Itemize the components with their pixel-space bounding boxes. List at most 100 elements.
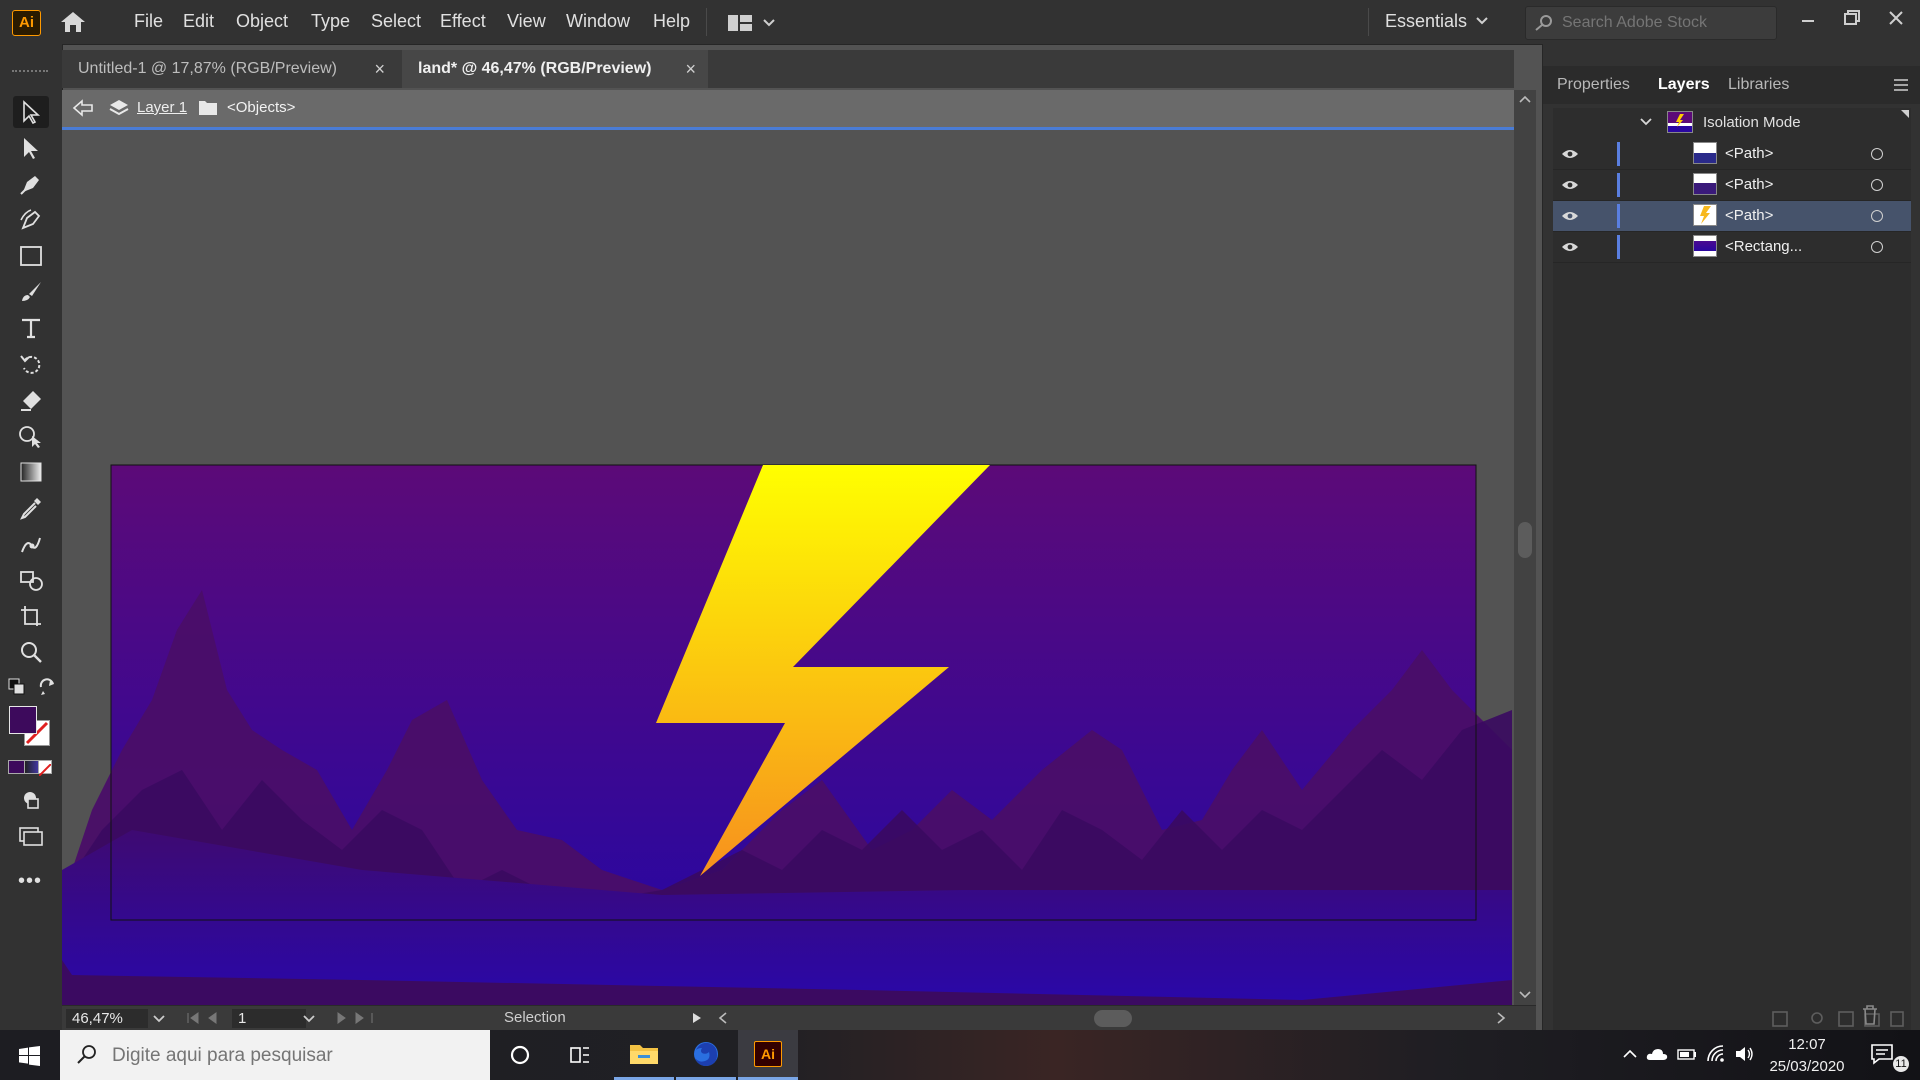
direct-selection-tool[interactable] xyxy=(13,132,49,164)
tab-libraries[interactable]: Libraries xyxy=(1728,76,1789,94)
scroll-right-icon[interactable] xyxy=(1496,1012,1506,1024)
menu-effect[interactable]: Effect xyxy=(440,11,486,32)
layer-row-path-1[interactable]: <Path> xyxy=(1553,139,1911,170)
target-icon[interactable] xyxy=(1871,179,1883,191)
menu-type[interactable]: Type xyxy=(311,11,350,32)
type-tool[interactable] xyxy=(13,312,49,344)
layer-row-rectangle[interactable]: <Rectang... xyxy=(1553,232,1911,263)
menu-help[interactable]: Help xyxy=(653,11,690,32)
pen-tool[interactable] xyxy=(13,168,49,200)
chevron-down-icon[interactable] xyxy=(148,1009,170,1028)
taskbar-search-input[interactable] xyxy=(110,1042,474,1070)
gradient-tool[interactable] xyxy=(13,456,49,488)
search-stock-input[interactable] xyxy=(1560,11,1769,35)
tab-properties[interactable]: Properties xyxy=(1557,76,1630,94)
isolation-mode-row[interactable]: Isolation Mode xyxy=(1553,108,1911,138)
rotate-tool[interactable] xyxy=(13,348,49,380)
paintbrush-tool[interactable] xyxy=(13,276,49,308)
clock-date[interactable]: 25/03/2020 xyxy=(1762,1058,1852,1075)
fill-swatch[interactable] xyxy=(9,706,37,734)
clock-time[interactable]: 12:07 xyxy=(1772,1036,1842,1053)
firefox-button[interactable] xyxy=(676,1030,736,1080)
workspace-menu[interactable]: Essentials xyxy=(1385,11,1467,32)
layer-name[interactable]: <Path> xyxy=(1725,145,1773,162)
none-mode-icon[interactable] xyxy=(38,760,52,777)
layer-name[interactable]: <Path> xyxy=(1725,207,1773,224)
menu-object[interactable]: Object xyxy=(236,11,288,32)
artboard-number-field[interactable]: 1 xyxy=(232,1009,306,1028)
cortana-button[interactable] xyxy=(490,1030,550,1080)
zoom-tool[interactable] xyxy=(13,636,49,668)
wifi-icon[interactable] xyxy=(1706,1044,1726,1064)
back-arrow-icon[interactable] xyxy=(72,99,94,117)
start-button[interactable] xyxy=(0,1030,60,1080)
menu-select[interactable]: Select xyxy=(371,11,421,32)
target-icon[interactable] xyxy=(1871,241,1883,253)
draw-mode-tool[interactable] xyxy=(13,784,49,816)
home-icon[interactable] xyxy=(60,10,86,34)
menu-window[interactable]: Window xyxy=(566,11,630,32)
eyedropper-tool[interactable] xyxy=(13,492,49,524)
vertical-scroll-thumb[interactable] xyxy=(1518,522,1532,558)
volume-icon[interactable] xyxy=(1734,1045,1754,1063)
horizontal-scroll-thumb[interactable] xyxy=(1094,1010,1132,1027)
target-icon[interactable] xyxy=(1871,148,1883,160)
scroll-left-icon[interactable] xyxy=(718,1012,728,1024)
artboard-tool[interactable] xyxy=(13,600,49,632)
tab-land[interactable]: land* @ 46,47% (RGB/Preview) × xyxy=(402,50,708,88)
vertical-scrollbar[interactable] xyxy=(1514,90,1536,1005)
status-menu-arrow-icon[interactable] xyxy=(692,1012,702,1024)
restore-icon[interactable] xyxy=(1834,4,1870,34)
screen-mode-tool[interactable] xyxy=(13,820,49,852)
canvas[interactable] xyxy=(62,130,1512,1005)
arrange-documents-icon[interactable] xyxy=(726,12,778,34)
more-tools-icon[interactable]: ••• xyxy=(18,870,42,893)
first-prev-artboard-icon[interactable] xyxy=(186,1012,226,1024)
toolbar-grip[interactable] xyxy=(12,70,48,76)
file-explorer-button[interactable] xyxy=(614,1030,674,1080)
selection-tool[interactable] xyxy=(13,96,49,128)
symbol-sprayer-tool[interactable] xyxy=(13,564,49,596)
onedrive-icon[interactable] xyxy=(1646,1046,1668,1062)
breadcrumb-layer[interactable]: Layer 1 xyxy=(137,99,187,116)
next-last-artboard-icon[interactable] xyxy=(334,1012,378,1024)
breadcrumb-objects[interactable]: <Objects> xyxy=(227,99,295,116)
curvature-tool[interactable] xyxy=(13,204,49,236)
search-adobe-stock[interactable] xyxy=(1525,6,1777,40)
action-center-icon[interactable] xyxy=(1870,1042,1894,1066)
minimize-icon[interactable] xyxy=(1790,4,1826,34)
layer-row-path-2[interactable]: <Path> xyxy=(1553,170,1911,201)
task-view-button[interactable] xyxy=(550,1030,610,1080)
eye-icon[interactable] xyxy=(1561,148,1579,160)
default-fill-stroke-icon[interactable] xyxy=(8,678,26,696)
panel-menu-icon[interactable] xyxy=(1893,78,1909,92)
scroll-up-icon[interactable] xyxy=(1519,94,1531,104)
trash-icon[interactable] xyxy=(1861,1004,1879,1026)
eye-icon[interactable] xyxy=(1561,210,1579,222)
close-tab-icon[interactable]: × xyxy=(685,50,696,88)
tab-untitled-1[interactable]: Untitled-1 @ 17,87% (RGB/Preview) × xyxy=(62,50,397,88)
target-icon[interactable] xyxy=(1871,210,1883,222)
scroll-down-icon[interactable] xyxy=(1519,990,1531,1000)
eraser-tool[interactable] xyxy=(13,384,49,416)
close-tab-icon[interactable]: × xyxy=(374,50,385,88)
menu-file[interactable]: File xyxy=(134,11,163,32)
menu-edit[interactable]: Edit xyxy=(183,11,214,32)
illustrator-taskbar-button[interactable]: Ai xyxy=(738,1030,798,1080)
tab-layers[interactable]: Layers xyxy=(1658,76,1710,94)
close-icon[interactable] xyxy=(1878,4,1914,34)
chevron-down-icon[interactable] xyxy=(298,1009,320,1028)
chevron-up-icon[interactable] xyxy=(1622,1048,1638,1060)
menu-view[interactable]: View xyxy=(507,11,546,32)
layer-name[interactable]: <Path> xyxy=(1725,176,1773,193)
eye-icon[interactable] xyxy=(1561,241,1579,253)
taskbar-search[interactable] xyxy=(60,1030,490,1080)
chevron-down-icon[interactable] xyxy=(1475,16,1489,26)
shape-builder-tool[interactable] xyxy=(13,420,49,452)
eye-icon[interactable] xyxy=(1561,179,1579,191)
chevron-down-icon[interactable] xyxy=(1639,116,1653,128)
status-tool-label[interactable]: Selection xyxy=(504,1009,566,1026)
puppet-warp-tool[interactable] xyxy=(13,528,49,560)
swap-fill-stroke-icon[interactable] xyxy=(38,678,56,696)
layer-row-path-3-selected[interactable]: <Path> xyxy=(1553,201,1911,232)
